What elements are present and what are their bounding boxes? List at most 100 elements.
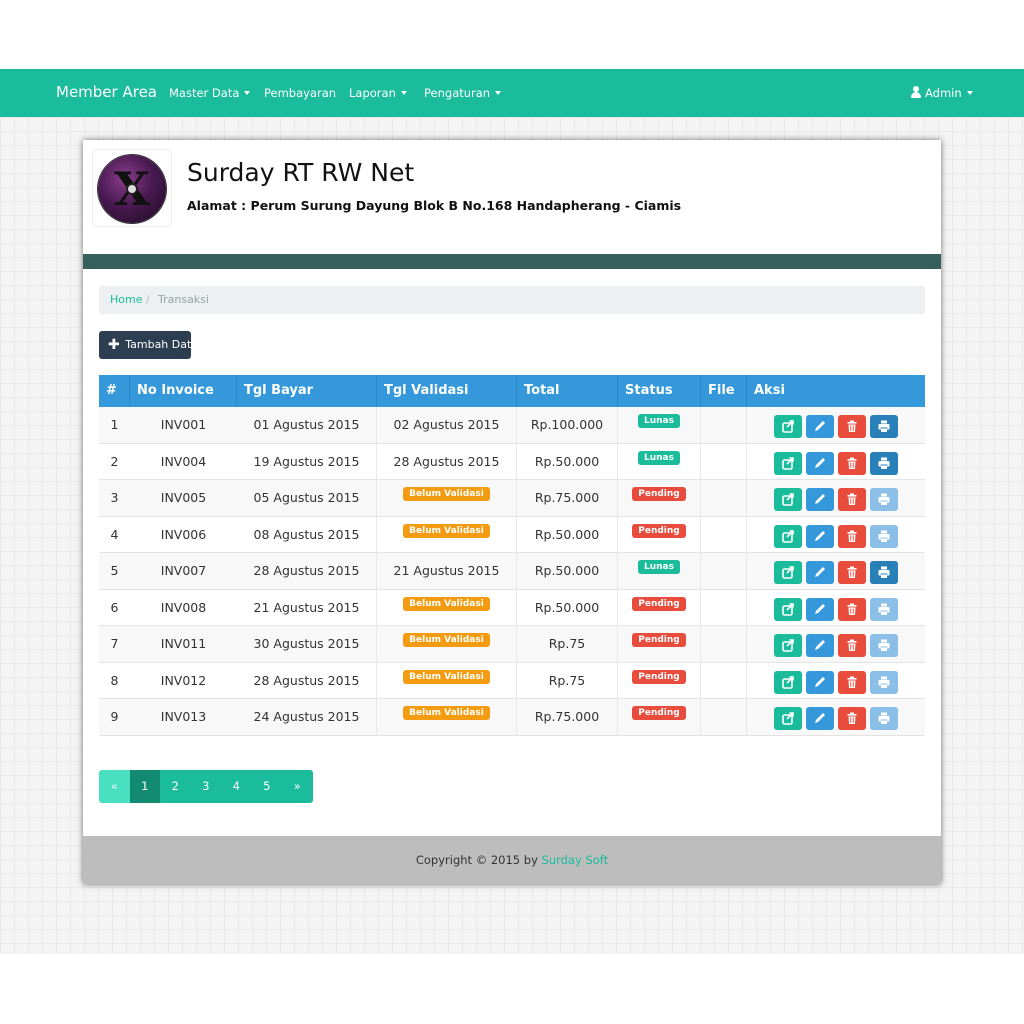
cell-tgl-bayar: 28 Agustus 2015	[237, 553, 377, 589]
view-button[interactable]	[774, 670, 802, 694]
column-header-tgl-bayar: Tgl Bayar	[237, 375, 377, 407]
edit-button[interactable]	[806, 415, 834, 438]
edit-button[interactable]	[806, 451, 834, 475]
pagination-page-1[interactable]: 1	[129, 770, 160, 803]
pagination-next[interactable]: »	[282, 770, 313, 803]
delete-button[interactable]	[838, 707, 866, 730]
cell-tgl-bayar: 01 Agustus 2015	[237, 407, 377, 443]
pagination-page-5[interactable]: 5	[251, 770, 282, 803]
edit-button[interactable]	[806, 597, 834, 621]
breadcrumb-current: Transaksi	[158, 293, 209, 306]
view-button[interactable]	[774, 488, 802, 511]
delete-button[interactable]	[838, 597, 866, 621]
add-data-button[interactable]: ✚ Tambah Data	[99, 331, 198, 359]
view-button[interactable]	[774, 597, 802, 621]
cell-invoice: INV011	[160, 636, 207, 651]
delete-button[interactable]	[838, 488, 866, 511]
cell-number: 5	[110, 563, 119, 578]
view-button[interactable]	[774, 415, 802, 438]
view-button[interactable]	[774, 524, 802, 548]
cell-number: 7	[110, 636, 119, 651]
cell-tgl-validasi: Belum Validasi	[377, 626, 517, 662]
pagination-page-4[interactable]: 4	[221, 770, 252, 803]
print-button[interactable]	[870, 561, 898, 584]
breadcrumb-home-link[interactable]: Home	[110, 286, 142, 314]
cell-status: Pending	[618, 516, 701, 553]
cell-invoice: INV008	[160, 599, 207, 615]
print-button[interactable]	[870, 707, 898, 730]
delete-button[interactable]	[838, 451, 866, 475]
delete-button[interactable]	[838, 634, 866, 657]
edit-button[interactable]	[806, 488, 834, 511]
status-badge: Lunas	[638, 414, 680, 428]
edit-button[interactable]	[806, 670, 834, 694]
cell-status: Pending	[618, 699, 701, 735]
table-header: # No Invoice Tgl Bayar Tgl Validasi Tota…	[99, 375, 925, 407]
cell-invoice: INV006	[160, 526, 207, 542]
cell-file	[701, 516, 747, 553]
view-button[interactable]	[774, 451, 802, 475]
breadcrumb: Home / Transaksi	[99, 286, 925, 314]
caret-down-icon	[966, 91, 973, 95]
nav-item-master-data[interactable]: Master Data	[169, 86, 251, 100]
footer-copyright: Copyright © 2015 by	[415, 853, 538, 867]
pagination-prev[interactable]: «	[99, 770, 130, 803]
cell-number: 6	[110, 599, 119, 615]
cell-status: Pending	[618, 626, 701, 662]
cell-total: Rp.50.000	[517, 443, 618, 480]
cell-total: Rp.75	[517, 626, 618, 662]
column-header-tgl-validasi: Tgl Validasi	[377, 375, 517, 407]
pagination-page-3[interactable]: 3	[190, 770, 221, 803]
footer-link[interactable]: Surday Soft	[542, 853, 609, 867]
breadcrumb-separator: /	[146, 293, 150, 306]
user-menu[interactable]: Admin	[910, 86, 973, 100]
cell-status: Pending	[618, 589, 701, 626]
validation-badge: Belum Validasi	[403, 596, 490, 611]
top-navbar: Member Area Master Data Pembayaran Lapor…	[0, 69, 1024, 117]
status-badge: Pending	[632, 523, 686, 538]
nav-item-pengaturan[interactable]: Pengaturan	[424, 86, 502, 100]
cell-tgl-validasi: Belum Validasi	[377, 589, 517, 626]
print-button[interactable]	[870, 451, 898, 475]
print-button[interactable]	[870, 488, 898, 511]
nav-item-laporan[interactable]: Laporan	[349, 86, 407, 100]
print-button[interactable]	[870, 597, 898, 621]
edit-button[interactable]	[806, 524, 834, 548]
delete-button[interactable]	[838, 670, 866, 694]
delete-button[interactable]	[838, 415, 866, 438]
cell-number: 2	[110, 453, 119, 469]
cell-status: Pending	[618, 662, 701, 699]
cell-tgl-bayar: 05 Agustus 2015	[237, 480, 377, 516]
cell-tgl-bayar: 19 Agustus 2015	[237, 443, 377, 480]
view-button[interactable]	[774, 707, 802, 730]
cell-number: 8	[110, 672, 119, 688]
edit-button[interactable]	[806, 707, 834, 730]
table-row: 7 INV011 30 Agustus 2015 Belum Validasi Rp.7…	[99, 626, 925, 663]
cell-tgl-bayar: 08 Agustus 2015	[237, 516, 377, 553]
cell-total: Rp.75.000	[517, 480, 618, 516]
status-badge: Lunas	[638, 560, 680, 574]
table-row: 1 INV001 01 Agustus 2015 02 Agustus 2015 Rp.…	[99, 407, 925, 444]
print-button[interactable]	[870, 415, 898, 438]
navbar-brand[interactable]: Member Area	[56, 83, 157, 101]
print-button[interactable]	[870, 634, 898, 657]
cell-tgl-validasi: Belum Validasi	[377, 662, 517, 699]
cell-number: 3	[110, 490, 119, 505]
validation-badge: Belum Validasi	[403, 633, 490, 647]
print-button[interactable]	[870, 524, 898, 548]
validation-badge: Belum Validasi	[403, 523, 490, 538]
cell-file	[701, 553, 747, 589]
pagination-page-2[interactable]: 2	[160, 770, 191, 803]
delete-button[interactable]	[838, 561, 866, 584]
view-button[interactable]	[774, 561, 802, 584]
print-button[interactable]	[870, 670, 898, 694]
edit-button[interactable]	[806, 561, 834, 584]
view-button[interactable]	[774, 634, 802, 657]
cell-tgl-bayar: 30 Agustus 2015	[237, 626, 377, 662]
table-row: 3 INV005 05 Agustus 2015 Belum Validasi Rp.7…	[99, 480, 925, 517]
validation-badge: Belum Validasi	[403, 669, 490, 684]
nav-item-pembayaran[interactable]: Pembayaran	[264, 86, 336, 100]
delete-button[interactable]	[838, 524, 866, 548]
cell-file	[701, 589, 747, 626]
edit-button[interactable]	[806, 634, 834, 657]
